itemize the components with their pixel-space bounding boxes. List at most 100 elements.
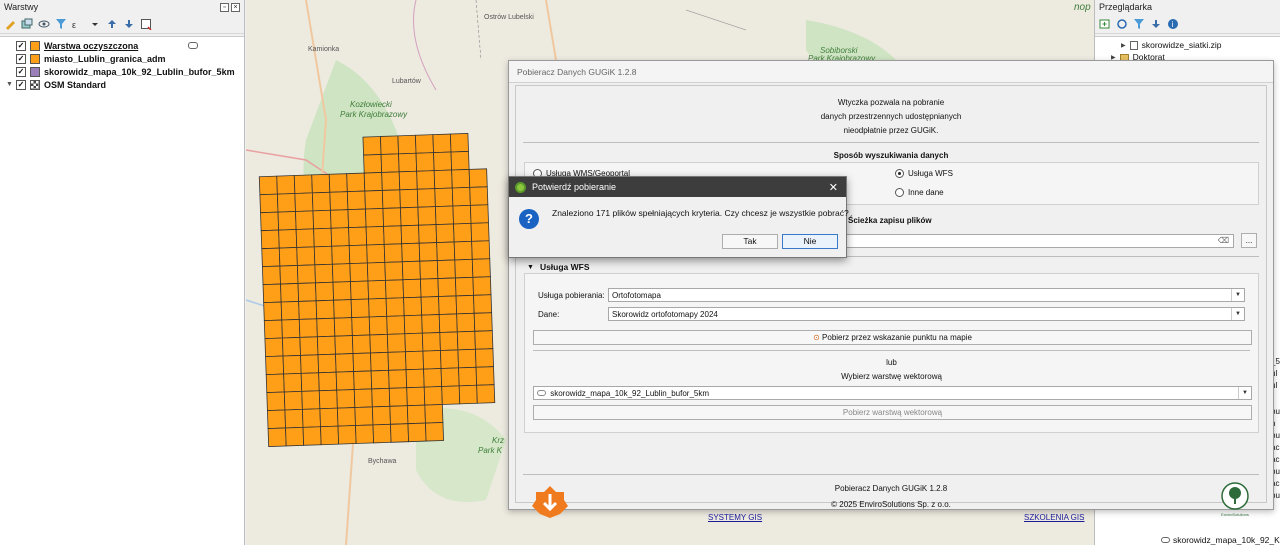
layer-checkbox[interactable]: ✓ (16, 40, 26, 51)
map-sheet-cell (416, 188, 436, 208)
map-sheet-cell (449, 133, 469, 153)
chevron-down-icon[interactable]: ▼ (1231, 308, 1244, 320)
layer-row-skorowidz[interactable]: ✓ skorowidz_mapa_10k_92_Lublin_bufor_5km (0, 65, 244, 78)
map-sheet-cell (319, 407, 339, 428)
layer-row-warstwa-oczyszczona[interactable]: ✓ Warstwa oczyszczona (0, 39, 244, 52)
collapse-all-icon[interactable] (1150, 18, 1162, 30)
layer-name: miasto_Lublin_granica_adm (44, 53, 166, 64)
collapse-all-icon[interactable] (123, 18, 135, 30)
map-sheet-cell (276, 175, 296, 195)
collapse-arrow-icon[interactable]: ▼ (527, 264, 534, 271)
footer-copyright: © 2025 EnviroSolutions Sp. z o.o. (831, 500, 951, 509)
visibility-icon[interactable] (38, 18, 50, 30)
map-sheet-cell (381, 171, 401, 191)
filter-icon[interactable] (1133, 18, 1145, 30)
map-sheet-cell (388, 369, 408, 389)
map-sheet-cell (433, 169, 453, 190)
wfs-section-header[interactable]: ▼ Usługa WFS (527, 262, 590, 272)
radio-button[interactable] (895, 188, 904, 197)
map-sheet-cell (311, 191, 331, 212)
layer-row-osm-standard[interactable]: ▼ ✓ OSM Standard (0, 78, 244, 91)
map-sheet-cell (384, 261, 404, 281)
map-sheet-cell (435, 223, 455, 243)
map-sheet-cell (336, 389, 356, 409)
expand-arrow-icon[interactable]: ▶ (1121, 42, 1126, 49)
map-sheet-cell (436, 241, 456, 261)
map-sheet-cell (385, 297, 405, 317)
map-sheet-cell (368, 315, 388, 336)
map-sheet-cell (382, 207, 402, 227)
float-panel-icon[interactable]: ▫ (220, 2, 229, 12)
map-sheet-cell (333, 317, 353, 337)
map-sheet-cell (399, 188, 419, 209)
map-sheet-cell (458, 366, 478, 387)
browser-item-zip[interactable]: ▶ skorowidze_siatki.zip (1095, 39, 1280, 51)
refresh-icon[interactable] (1116, 18, 1128, 30)
systemy-gis-link[interactable]: SYSTEMY GIS (708, 513, 762, 522)
map-sheet-cell (398, 152, 418, 173)
question-icon: ? (519, 209, 539, 229)
point-download-button[interactable]: ⊙ Pobierz przez wskazanie punktu na mapi… (533, 330, 1252, 345)
vector-layer-select[interactable]: skorowidz_mapa_10k_92_Lublin_bufor_5km ▼ (533, 386, 1252, 400)
map-sheet-cell (389, 405, 409, 425)
dropdown-arrow-icon[interactable] (89, 18, 101, 30)
filter-expression-icon[interactable]: ε (72, 18, 84, 30)
map-sheet-cell (404, 332, 424, 353)
close-panel-icon[interactable]: × (231, 2, 240, 12)
map-sheet-cell (380, 153, 400, 173)
map-sheet-cell (318, 371, 338, 392)
map-sheet-cell (456, 330, 476, 351)
map-sheet-cell (440, 349, 459, 369)
vector-layer-icon (1161, 537, 1170, 543)
layer-checkbox[interactable]: ✓ (16, 66, 26, 77)
map-sheet-cell (301, 408, 321, 428)
map-sheet-cell (475, 348, 494, 368)
yes-button[interactable]: Tak (722, 234, 778, 249)
map-sheet-cell (415, 152, 435, 172)
add-selected-icon[interactable] (1099, 18, 1111, 30)
map-sheet-cell (438, 295, 458, 315)
plugin-window-title[interactable]: Pobieracz Danych GUGiK 1.2.8 (509, 61, 1273, 83)
map-sheet-cell (316, 317, 336, 338)
add-group-icon[interactable] (21, 18, 33, 30)
filter-legend-icon[interactable] (55, 18, 67, 30)
confirm-dialog-titlebar[interactable]: Potwierdź pobieranie ✕ (509, 177, 846, 197)
radio-button[interactable] (895, 169, 904, 178)
layer-download-button[interactable]: Pobierz warstwą wektorową (533, 405, 1252, 420)
browse-button[interactable]: ... (1241, 233, 1257, 248)
expand-all-icon[interactable] (106, 18, 118, 30)
layer-row-miasto-lublin[interactable]: ✓ miasto_Lublin_granica_adm (0, 52, 244, 65)
map-sheet-cell (400, 206, 419, 227)
expand-arrow-icon[interactable]: ▼ (6, 81, 16, 88)
radio-other[interactable]: Inne dane (895, 188, 944, 197)
radio-wfs[interactable]: Usługa WFS (895, 169, 953, 178)
service-select[interactable]: Ortofotomapa ▼ (608, 288, 1245, 302)
remove-layer-icon[interactable] (140, 18, 152, 30)
map-sheet-cell (398, 170, 418, 191)
map-sheet-cell (401, 260, 421, 281)
map-sheet-cell (453, 240, 473, 261)
layer-checkbox[interactable]: ✓ (16, 53, 26, 64)
map-sheet-cell (295, 228, 315, 248)
map-sheet-cell (468, 168, 488, 188)
layer-checkbox[interactable]: ✓ (16, 79, 26, 90)
chevron-down-icon[interactable]: ▼ (1231, 289, 1244, 301)
map-sheet-cell (349, 262, 369, 283)
plugin-window: Pobieracz Danych GUGiK 1.2.8 Wtyczka poz… (508, 60, 1274, 522)
layer-color-swatch (30, 53, 40, 64)
chevron-down-icon[interactable]: ▼ (1238, 387, 1251, 399)
map-sheet-cell (335, 371, 355, 391)
no-button[interactable]: Nie (782, 234, 838, 249)
clear-icon[interactable]: ⌫ (1218, 236, 1229, 245)
or-text: lub (886, 358, 897, 367)
browser-item-skorowidz[interactable]: skorowidz_mapa_10k_92_Kra (1135, 534, 1280, 545)
data-select[interactable]: Skorowidz ortofotomapy 2024 ▼ (608, 307, 1245, 321)
map-sheet-cell (370, 351, 390, 372)
map-sheet-cell (276, 193, 296, 213)
close-icon[interactable]: ✕ (829, 181, 838, 194)
szkolenia-gis-link[interactable]: SZKOLENIA GIS (1024, 513, 1084, 522)
envirosolutions-logo-icon: EnviroSolutions (1220, 482, 1250, 518)
info-icon[interactable]: i (1167, 18, 1179, 30)
style-panel-icon[interactable] (4, 18, 16, 30)
filter-indicator-icon[interactable] (188, 42, 199, 49)
